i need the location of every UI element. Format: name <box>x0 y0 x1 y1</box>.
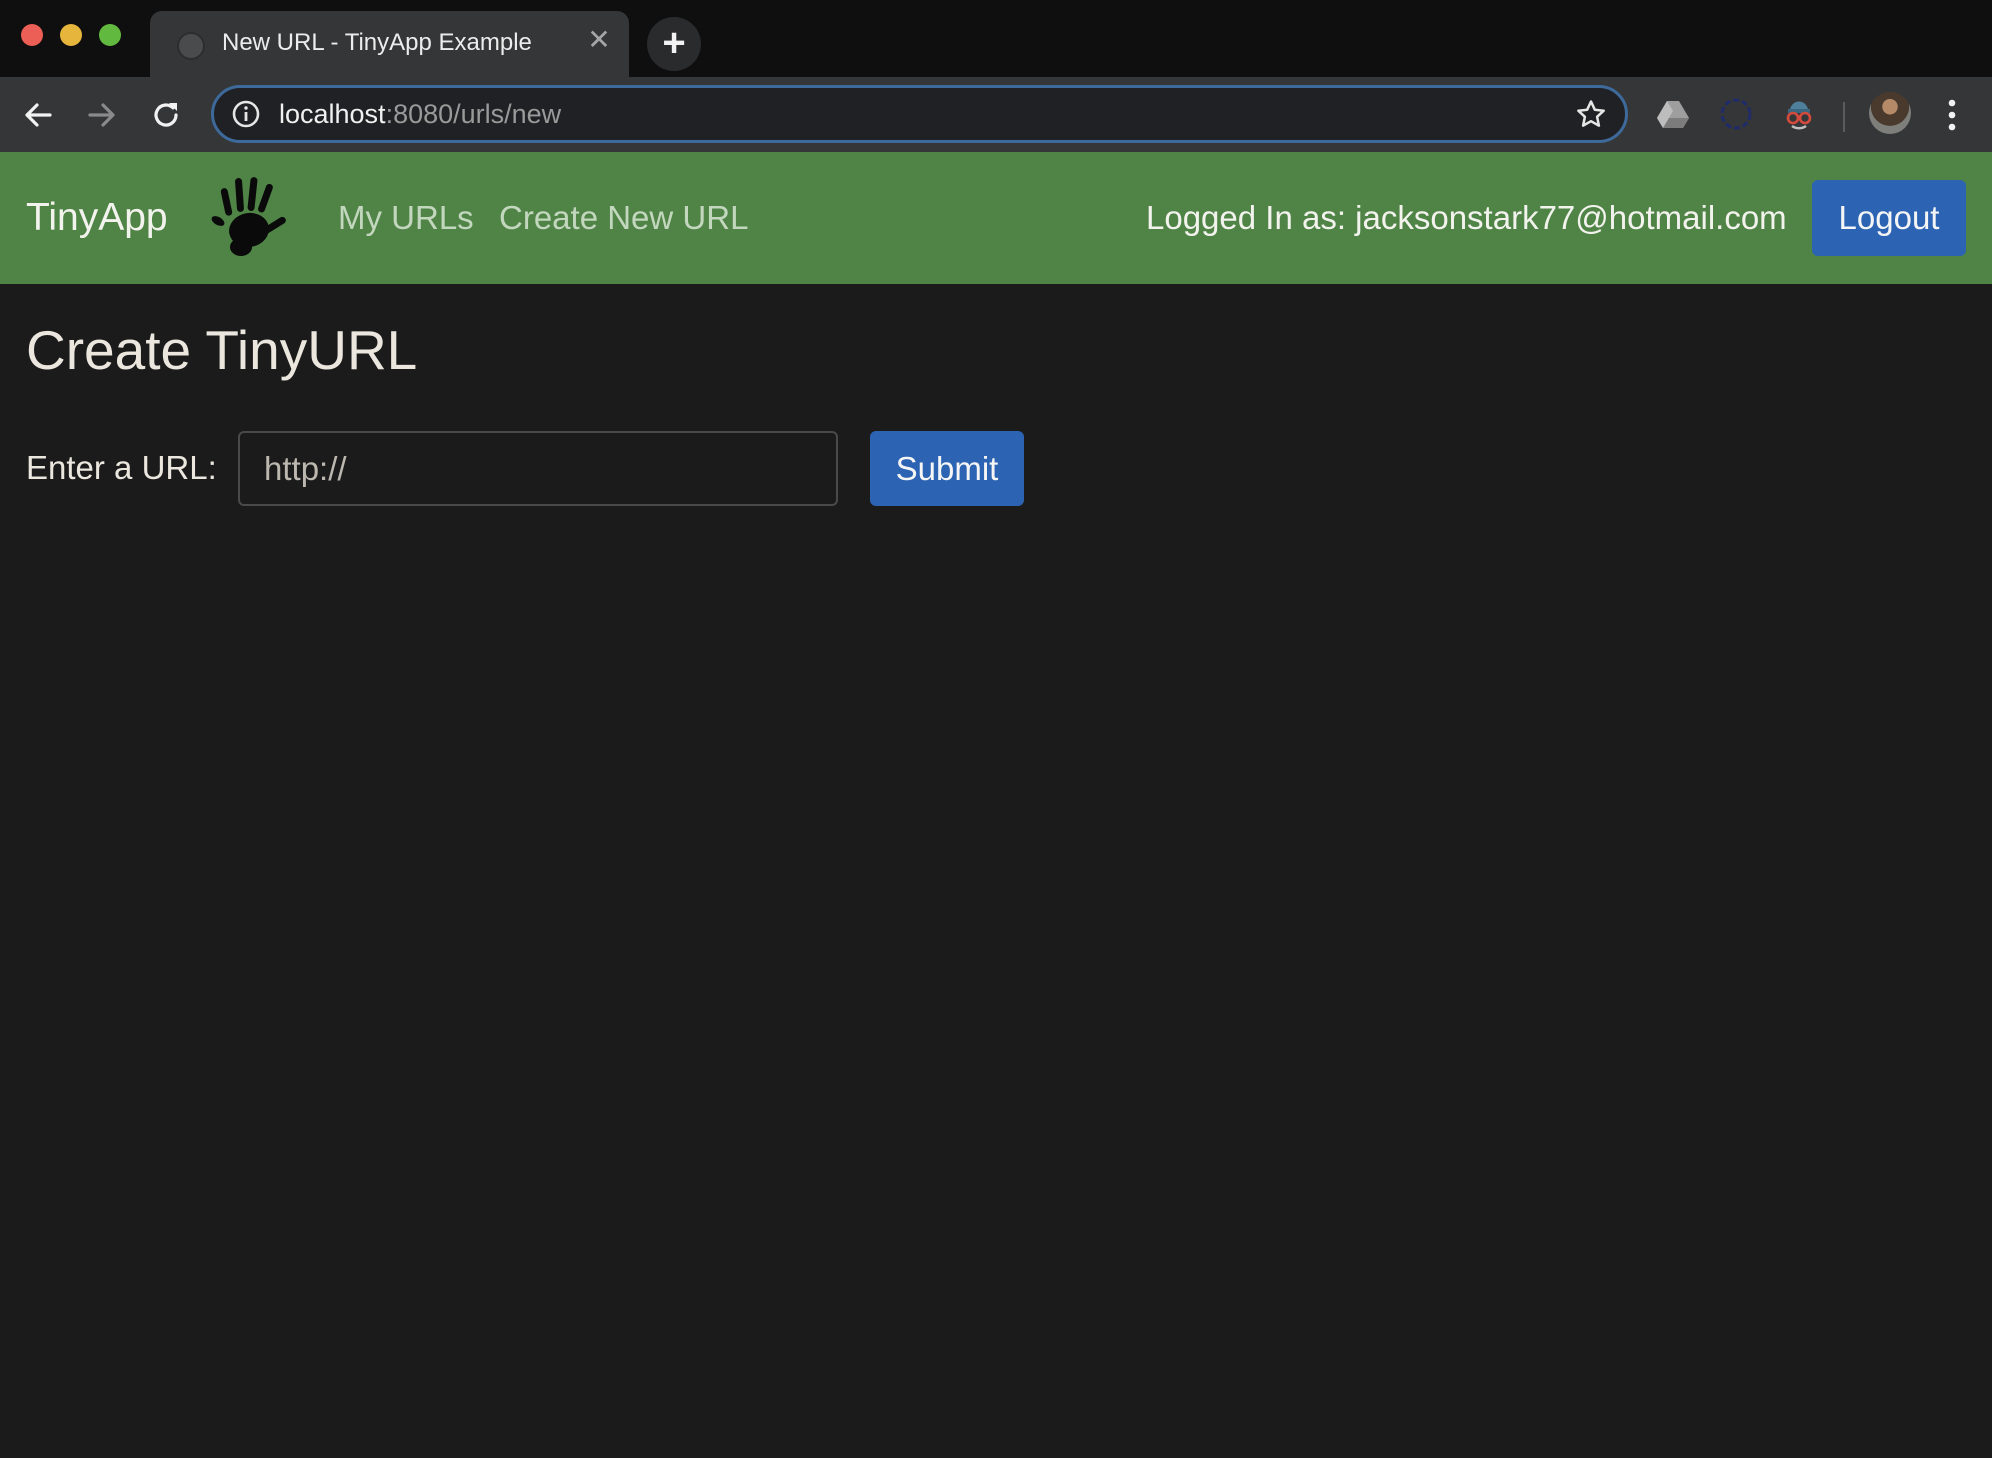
hand-print-icon <box>205 174 295 260</box>
extension-ring-icon[interactable] <box>1717 95 1755 133</box>
submit-button[interactable]: Submit <box>870 431 1024 506</box>
new-tab-button[interactable]: + <box>647 17 701 71</box>
app-navbar: TinyApp My URLs Create New URL Logged In… <box>0 152 1992 284</box>
address-path: :8080/urls/new <box>385 99 562 129</box>
brand-link[interactable]: TinyApp <box>26 196 168 240</box>
url-input[interactable] <box>238 431 838 506</box>
address-url: localhost:8080/urls/new <box>279 99 561 130</box>
address-bar[interactable]: localhost:8080/urls/new <box>211 85 1628 143</box>
address-host: localhost <box>279 99 386 129</box>
tab-close-icon[interactable]: ✕ <box>584 25 614 55</box>
minimize-window-button[interactable] <box>60 24 82 46</box>
extension-glasses-icon[interactable] <box>1780 95 1818 133</box>
logout-button[interactable]: Logout <box>1812 180 1966 256</box>
more-menu-icon[interactable] <box>1946 97 1958 133</box>
info-icon[interactable] <box>231 99 261 129</box>
tab-favicon-icon <box>177 32 205 60</box>
profile-avatar[interactable] <box>1869 92 1911 134</box>
star-icon[interactable] <box>1575 98 1607 130</box>
forward-arrow-icon[interactable] <box>84 97 120 133</box>
google-drive-icon[interactable] <box>1654 95 1692 133</box>
tab-title: New URL - TinyApp Example <box>222 29 532 56</box>
browser-tab[interactable]: New URL - TinyApp Example ✕ <box>150 11 629 77</box>
reload-icon[interactable] <box>148 97 184 133</box>
logged-in-status: Logged In as: jacksonstark77@hotmail.com <box>1146 199 1787 236</box>
browser-tab-strip: New URL - TinyApp Example ✕ + <box>0 0 1992 77</box>
nav-create-new-url[interactable]: Create New URL <box>499 199 748 237</box>
maximize-window-button[interactable] <box>99 24 121 46</box>
toolbar-divider <box>1843 102 1845 132</box>
url-field-label: Enter a URL: <box>26 449 217 486</box>
back-arrow-icon[interactable] <box>20 97 56 133</box>
browser-toolbar: localhost:8080/urls/new <box>0 77 1992 152</box>
page-title: Create TinyURL <box>26 319 418 381</box>
close-window-button[interactable] <box>21 24 43 46</box>
nav-my-urls[interactable]: My URLs <box>338 199 474 237</box>
